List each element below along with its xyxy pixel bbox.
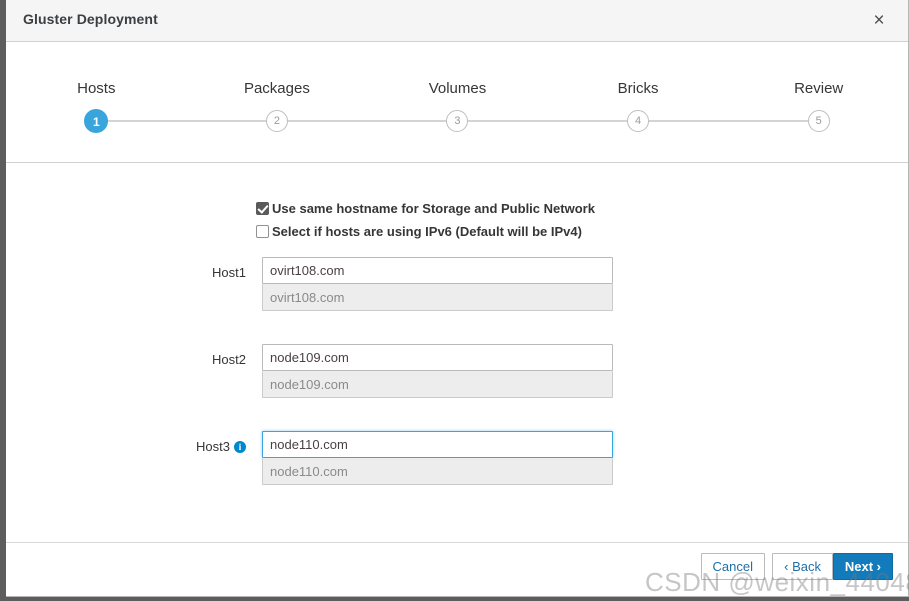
host2-label: Host2 bbox=[146, 352, 246, 367]
close-icon[interactable]: × bbox=[867, 9, 891, 33]
host3-fields bbox=[262, 431, 613, 485]
screen: Gluster Deployment × Hosts 1 Packages 2 … bbox=[0, 0, 909, 601]
wizard-step-review[interactable]: Review 5 bbox=[728, 42, 908, 162]
step-connector bbox=[638, 120, 819, 122]
same-hostname-row: Use same hostname for Storage and Public… bbox=[256, 201, 595, 216]
wizard-step-volumes[interactable]: Volumes 3 bbox=[367, 42, 639, 162]
wizard-step-number: 4 bbox=[627, 110, 650, 132]
host3-public-input bbox=[262, 458, 613, 485]
host3-label-text: Host3 bbox=[196, 439, 230, 454]
host2-fields bbox=[262, 344, 613, 398]
wizard-step-number: 5 bbox=[807, 110, 830, 132]
next-button[interactable]: Next › bbox=[832, 553, 893, 580]
wizard-step-bricks[interactable]: Bricks 4 bbox=[548, 42, 819, 162]
host1-label: Host1 bbox=[146, 265, 246, 280]
gluster-deployment-dialog: Gluster Deployment × Hosts 1 Packages 2 … bbox=[6, 0, 909, 597]
dialog-body: Use same hostname for Storage and Public… bbox=[6, 163, 908, 543]
host3-storage-input[interactable] bbox=[262, 431, 613, 458]
dialog-header: Gluster Deployment × bbox=[6, 0, 908, 42]
host1-fields bbox=[262, 257, 613, 311]
wizard-steps: Hosts 1 Packages 2 Volumes 3 Bricks 4 Re… bbox=[6, 42, 908, 163]
wizard-step-number: 2 bbox=[265, 110, 288, 132]
wizard-step-hosts[interactable]: Hosts 1 bbox=[6, 42, 277, 162]
ipv6-checkbox[interactable] bbox=[256, 225, 269, 238]
host2-storage-input[interactable] bbox=[262, 344, 613, 371]
dialog-footer: Cancel ‹ Back Next › bbox=[6, 543, 908, 596]
ipv6-label[interactable]: Select if hosts are using IPv6 (Default … bbox=[272, 224, 582, 239]
cancel-button[interactable]: Cancel bbox=[700, 553, 765, 580]
host1-public-input bbox=[262, 284, 613, 311]
ipv6-row: Select if hosts are using IPv6 (Default … bbox=[256, 224, 582, 239]
wizard-step-label: Packages bbox=[243, 80, 310, 97]
wizard-step-label: Volumes bbox=[428, 80, 487, 97]
same-hostname-label[interactable]: Use same hostname for Storage and Public… bbox=[272, 201, 595, 216]
info-icon[interactable]: i bbox=[234, 441, 246, 453]
wizard-step-label: Bricks bbox=[617, 80, 659, 97]
same-hostname-checkbox[interactable] bbox=[256, 202, 269, 215]
step-connector bbox=[96, 120, 277, 122]
host2-label-text: Host2 bbox=[212, 352, 246, 367]
host3-label: Host3 i bbox=[146, 439, 246, 454]
wizard-step-packages[interactable]: Packages 2 bbox=[187, 42, 458, 162]
wizard-step-number: 3 bbox=[446, 110, 469, 132]
wizard-step-label: Hosts bbox=[77, 80, 116, 97]
step-connector bbox=[457, 120, 639, 122]
dialog-title: Gluster Deployment bbox=[23, 11, 158, 27]
wizard-step-label: Review bbox=[794, 80, 844, 97]
host2-public-input bbox=[262, 371, 613, 398]
step-connector bbox=[276, 120, 458, 122]
host1-label-text: Host1 bbox=[212, 265, 246, 280]
wizard-step-number: 1 bbox=[84, 109, 109, 133]
host1-storage-input[interactable] bbox=[262, 257, 613, 284]
back-button[interactable]: ‹ Back bbox=[772, 553, 833, 580]
